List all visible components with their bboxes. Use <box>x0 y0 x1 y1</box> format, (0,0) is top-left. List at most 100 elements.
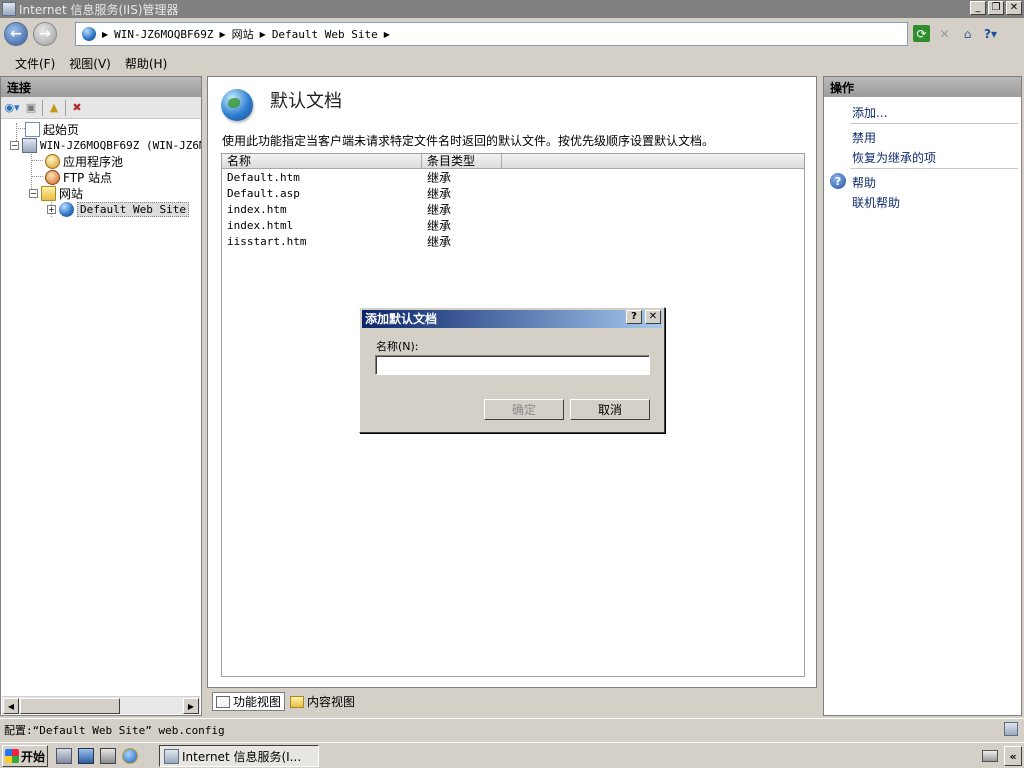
crumb-separator: ▶ <box>259 29 266 39</box>
dialog-help-button[interactable]: ? <box>626 310 642 324</box>
tree-item-label: Default Web Site <box>77 201 189 217</box>
menu-help[interactable]: 帮助(H) <box>118 55 174 72</box>
disconnect-icon[interactable]: ✖ <box>69 100 85 116</box>
taskbar: 开始 Internet 信息服务(I... « <box>0 742 1024 768</box>
tab-content-view[interactable]: 内容视图 <box>287 692 358 711</box>
menu-file[interactable]: 文件(F) <box>8 55 62 72</box>
server-status-icon <box>1004 722 1018 736</box>
feature-description: 使用此功能指定当客户端未请求特定文件名时返回的默认文件。按优先级顺序设置默认文档… <box>222 134 715 148</box>
forward-arrow-icon: → <box>39 26 51 42</box>
cell-document-name: Default.htm <box>227 170 300 184</box>
action-add[interactable]: 添加... <box>852 104 887 121</box>
actions-header: 操作 <box>824 77 1021 97</box>
tab-label: 内容视图 <box>307 695 356 709</box>
table-row[interactable]: index.htm 继承 <box>222 201 804 217</box>
dialog-title: 添加默认文档 <box>362 310 662 328</box>
taskbar-item-iis-manager[interactable]: Internet 信息服务(I... <box>159 745 319 767</box>
actions-pane: 操作 添加... 禁用 恢复为继承的项 ? 帮助 联机帮助 <box>823 76 1022 716</box>
tree-item-ftp-sites[interactable]: FTP 站点 <box>45 169 112 185</box>
horizontal-scrollbar[interactable]: ◀ ▶ <box>2 696 200 714</box>
action-online-help[interactable]: 联机帮助 <box>852 194 900 211</box>
system-tray: « <box>982 746 1022 766</box>
sites-folder-icon <box>41 185 56 201</box>
features-view-icon <box>216 695 230 708</box>
quick-launch <box>56 748 138 764</box>
content-view-icon <box>290 695 305 708</box>
refresh-icon[interactable]: ⟳ <box>913 25 930 42</box>
tree-line <box>31 160 43 161</box>
toolbar-separator <box>65 99 66 116</box>
table-row[interactable]: iisstart.htm 继承 <box>222 233 804 249</box>
dialog-close-button[interactable]: ✕ <box>645 310 661 324</box>
ok-button[interactable]: 确定 <box>484 399 564 420</box>
tree-item-app-pools[interactable]: 应用程序池 <box>45 153 123 169</box>
restore-button[interactable]: ❐ <box>988 1 1004 15</box>
keyboard-icon[interactable] <box>982 750 998 762</box>
toolbar-separator <box>42 99 43 116</box>
connections-pane: 连接 ◉▾ ▣ ▲ ✖ 起始页 − WIN-JZ6MOQBF69Z (WIN-J… <box>0 76 202 716</box>
table-row[interactable]: index.html 继承 <box>222 217 804 233</box>
stop-icon[interactable]: ✕ <box>936 25 953 42</box>
tree-item-server[interactable]: − WIN-JZ6MOQBF69Z (WIN-JZ6MO <box>10 137 201 153</box>
help-dropdown-icon[interactable]: ?▾ <box>982 25 999 42</box>
forward-button[interactable]: → <box>33 22 57 46</box>
crumb-separator: ▶ <box>219 29 226 39</box>
minimize-button[interactable]: _ <box>970 1 986 15</box>
address-row: ← → ▶ WIN-JZ6MOQBF69Z ▶ 网站 ▶ Default Web… <box>0 18 1024 50</box>
start-label: 开始 <box>21 749 46 764</box>
tab-features-view[interactable]: 功能视图 <box>212 692 286 711</box>
scroll-right-icon[interactable]: ▶ <box>183 698 199 714</box>
tray-expand-button[interactable]: « <box>1004 746 1022 766</box>
scroll-thumb[interactable] <box>20 698 120 714</box>
window-controls: _ ❐ ✕ <box>970 1 1022 15</box>
column-header-name[interactable]: 名称 <box>222 154 422 169</box>
tree-item-label: WIN-JZ6MOQBF69Z (WIN-JZ6MO <box>40 138 201 152</box>
cancel-button[interactable]: 取消 <box>570 399 650 420</box>
back-arrow-icon: ← <box>10 26 22 42</box>
column-header-type[interactable]: 条目类型 <box>422 154 502 169</box>
tree-item-sites[interactable]: − 网站 <box>29 185 83 201</box>
up-level-icon[interactable]: ▲ <box>46 100 62 116</box>
menu-view[interactable]: 视图(V) <box>62 55 118 72</box>
tree-item-label: 起始页 <box>43 122 80 137</box>
back-button[interactable]: ← <box>4 22 28 46</box>
server-manager-icon[interactable] <box>56 748 72 764</box>
start-button[interactable]: 开始 <box>2 745 48 767</box>
tree-item-label: 应用程序池 <box>63 154 124 169</box>
start-page-icon <box>25 121 40 137</box>
internet-explorer-icon[interactable] <box>122 748 138 764</box>
expand-icon[interactable]: + <box>47 204 56 214</box>
address-bar[interactable]: ▶ WIN-JZ6MOQBF69Z ▶ 网站 ▶ Default Web Sit… <box>75 22 908 46</box>
collapse-icon[interactable]: − <box>10 140 19 150</box>
cell-document-name: index.htm <box>227 202 287 216</box>
table-row[interactable]: Default.htm 继承 <box>222 169 804 185</box>
iis-app-icon <box>2 2 16 16</box>
action-help[interactable]: 帮助 <box>852 174 876 191</box>
action-disable[interactable]: 禁用 <box>852 129 876 146</box>
home-icon[interactable]: ⌂ <box>959 25 976 42</box>
collapse-icon[interactable]: − <box>29 188 38 198</box>
ftp-sites-icon <box>45 169 60 185</box>
breadcrumb-default-site[interactable]: Default Web Site <box>272 28 378 41</box>
cell-entry-type: 继承 <box>427 170 452 185</box>
tree-item-default-web-site[interactable]: + Default Web Site <box>47 201 189 217</box>
close-window-button[interactable]: ✕ <box>1006 1 1022 15</box>
actions-separator <box>850 123 1018 124</box>
breadcrumb-sites[interactable]: 网站 <box>232 26 254 42</box>
scroll-left-icon[interactable]: ◀ <box>3 698 19 714</box>
network-icon[interactable] <box>100 748 116 764</box>
table-row[interactable]: Default.asp 继承 <box>222 185 804 201</box>
connections-toolbar: ◉▾ ▣ ▲ ✖ <box>1 97 201 119</box>
window-title: Internet 信息服务(IIS)管理器 <box>19 2 179 17</box>
breadcrumb-server[interactable]: WIN-JZ6MOQBF69Z <box>114 28 213 41</box>
show-desktop-icon[interactable] <box>78 748 94 764</box>
iis-task-icon <box>164 748 179 764</box>
tree-line <box>31 176 43 177</box>
document-name-input[interactable] <box>375 355 650 375</box>
action-revert-to-inherited[interactable]: 恢复为继承的项 <box>852 149 936 166</box>
tree-item-start-page[interactable]: 起始页 <box>25 121 79 137</box>
save-icon[interactable]: ▣ <box>23 100 39 116</box>
connect-icon[interactable]: ◉▾ <box>4 100 20 116</box>
tab-label: 功能视图 <box>233 695 282 709</box>
app-pool-icon <box>45 153 60 169</box>
